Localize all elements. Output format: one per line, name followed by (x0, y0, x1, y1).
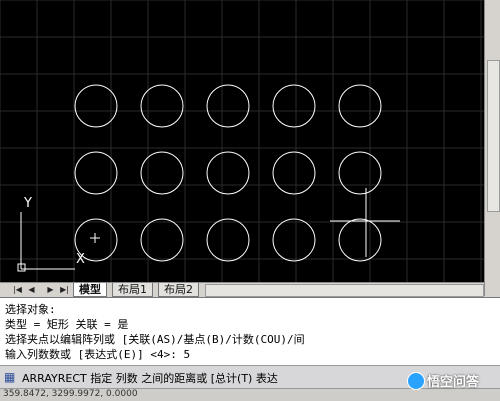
array-circle[interactable] (206, 218, 250, 262)
array-circle[interactable] (338, 218, 382, 262)
coordinate-readout: 359.8472, 3299.9972, 0.0000 (3, 389, 138, 399)
array-circle[interactable] (272, 151, 316, 195)
history-line: 选择夹点以编辑阵列或 [关联(AS)/基点(B)/计数(COU)/间 (5, 333, 305, 346)
tab-layout1[interactable]: 布局1 (112, 283, 153, 297)
array-circle[interactable] (272, 218, 316, 262)
history-line: 类型 = 矩形 关联 = 是 (5, 318, 129, 331)
cad-window: Y X |◀ ◀ ▶ ▶| 模型 布局1 布局2 选择对象: 类型 = 矩形 关… (0, 0, 500, 401)
watermark: 悟空问答 (405, 370, 495, 390)
array-circle[interactable] (272, 84, 316, 128)
layout-tabs-bar: |◀ ◀ ▶ ▶| 模型 布局1 布局2 (0, 282, 484, 297)
watermark-text: 悟空问答 (427, 375, 480, 390)
array-circle[interactable] (206, 84, 250, 128)
wukong-logo-icon (407, 372, 425, 390)
command-prompt[interactable]: ARRAYRECT 指定 列数 之间的距离或 [总计(T) 表达 (22, 370, 278, 386)
prev-tab-button[interactable]: ◀ (26, 284, 37, 295)
array-circle[interactable] (140, 218, 184, 262)
horizontal-scrollbar[interactable] (205, 284, 484, 297)
history-line: 选择对象: (5, 303, 56, 316)
command-history: 选择对象: 类型 = 矩形 关联 = 是 选择夹点以编辑阵列或 [关联(AS)/… (0, 297, 500, 366)
array-circle[interactable] (140, 84, 184, 128)
next-tab-button[interactable]: ▶ (45, 284, 56, 295)
array-circle[interactable] (338, 84, 382, 128)
last-tab-button[interactable]: ▶| (59, 284, 70, 295)
history-line: 输入列数数或 [表达式(E)] <4>: 5 (5, 348, 191, 361)
ucs-x-label: X (76, 252, 85, 267)
first-tab-button[interactable]: |◀ (12, 284, 23, 295)
vertical-scrollbar[interactable] (484, 0, 500, 296)
array-circle[interactable] (338, 151, 382, 195)
array-circle[interactable] (140, 151, 184, 195)
tab-layout2[interactable]: 布局2 (158, 283, 199, 297)
ucs-y-label: Y (24, 196, 32, 211)
command-grip-icon[interactable]: ▦ (4, 370, 15, 384)
array-circle[interactable] (206, 151, 250, 195)
scroll-thumb[interactable] (487, 60, 500, 212)
drawing-canvas[interactable] (0, 0, 484, 282)
drawing-area[interactable]: Y X (0, 0, 500, 282)
tab-model[interactable]: 模型 (73, 283, 107, 297)
